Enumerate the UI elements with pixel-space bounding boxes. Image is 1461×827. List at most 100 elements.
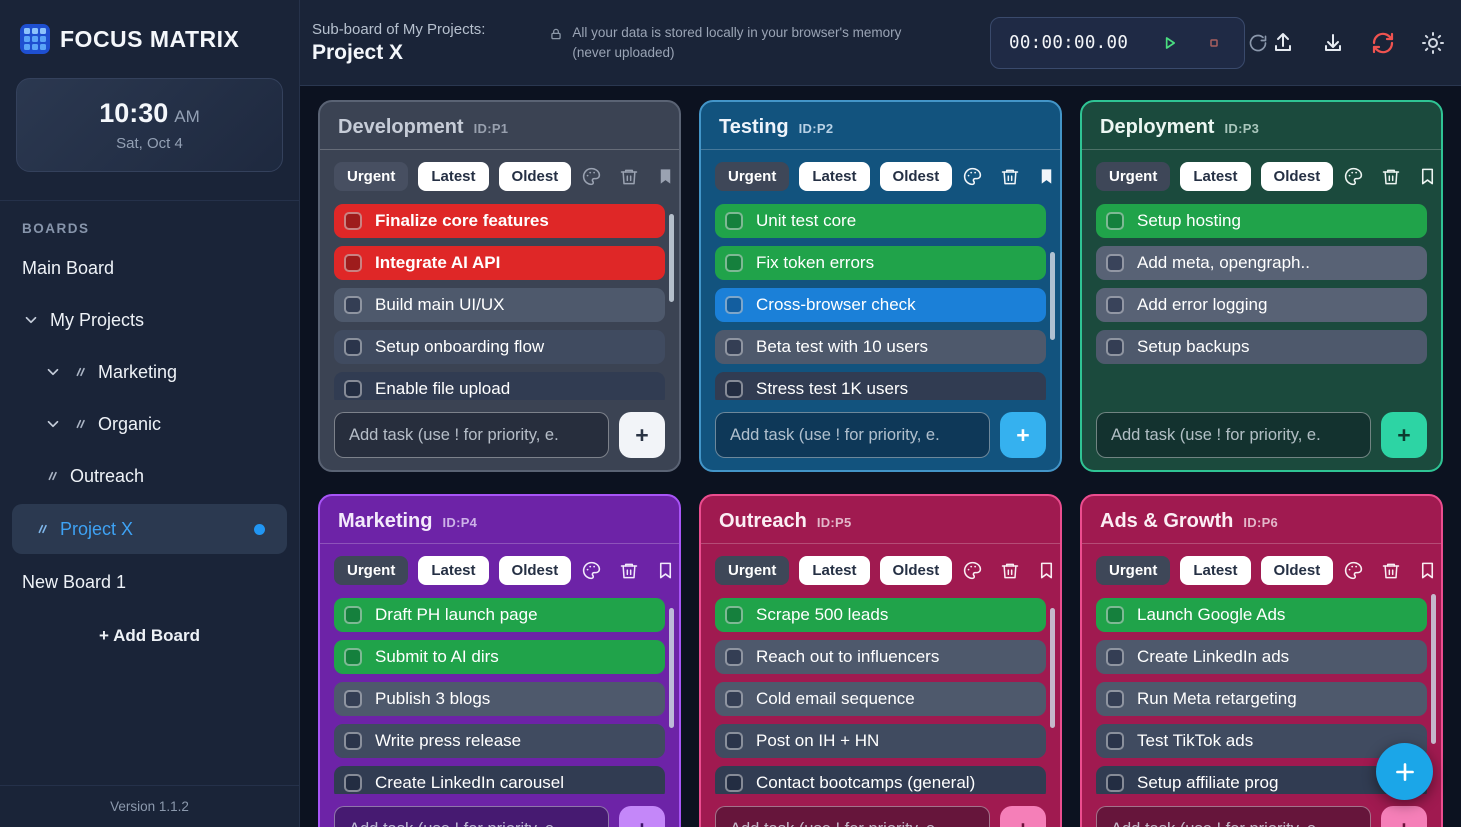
filter-oldest-button[interactable]: Oldest: [880, 162, 953, 191]
task-row[interactable]: Post on IH + HN: [715, 724, 1046, 758]
add-task-button[interactable]: +: [1381, 412, 1427, 458]
task-checkbox[interactable]: [1106, 732, 1124, 750]
task-row[interactable]: Write press release: [334, 724, 665, 758]
timer-stop-button[interactable]: [1205, 34, 1223, 52]
sidebar-item-my-projects[interactable]: My Projects: [0, 294, 299, 346]
task-checkbox[interactable]: [344, 296, 362, 314]
palette-button[interactable]: [1343, 166, 1364, 187]
task-list-scrollbar[interactable]: [669, 214, 674, 302]
task-checkbox[interactable]: [1106, 212, 1124, 230]
task-checkbox[interactable]: [1106, 774, 1124, 792]
add-task-input[interactable]: [334, 806, 609, 827]
task-checkbox[interactable]: [1106, 254, 1124, 272]
chevron-down-icon[interactable]: [22, 311, 40, 329]
task-list-scrollbar[interactable]: [669, 608, 674, 728]
task-row[interactable]: Add meta, opengraph..: [1096, 246, 1427, 280]
filter-urgent-button[interactable]: Urgent: [715, 162, 789, 191]
task-checkbox[interactable]: [725, 774, 743, 792]
task-checkbox[interactable]: [344, 212, 362, 230]
add-task-button[interactable]: +: [619, 806, 665, 827]
theme-toggle-button[interactable]: [1421, 31, 1445, 55]
task-checkbox[interactable]: [1106, 648, 1124, 666]
task-row[interactable]: Fix token errors: [715, 246, 1046, 280]
add-task-button[interactable]: +: [619, 412, 665, 458]
filter-latest-button[interactable]: Latest: [418, 162, 488, 191]
bookmark-button[interactable]: [1037, 561, 1056, 580]
timer-reset-button[interactable]: [1248, 33, 1268, 53]
filter-latest-button[interactable]: Latest: [799, 556, 869, 585]
bookmark-button[interactable]: [1418, 561, 1437, 580]
task-row[interactable]: Add error logging: [1096, 288, 1427, 322]
filter-latest-button[interactable]: Latest: [1180, 556, 1250, 585]
sidebar-item-marketing[interactable]: Marketing: [0, 346, 299, 398]
task-row[interactable]: Test TikTok ads: [1096, 724, 1427, 758]
task-row[interactable]: Stress test 1K users: [715, 372, 1046, 400]
task-row[interactable]: Integrate AI API: [334, 246, 665, 280]
chevron-down-icon[interactable]: [44, 363, 62, 381]
delete-board-button[interactable]: [619, 167, 639, 187]
task-row[interactable]: Run Meta retargeting: [1096, 682, 1427, 716]
import-button[interactable]: [1321, 31, 1345, 55]
task-checkbox[interactable]: [344, 380, 362, 398]
delete-board-button[interactable]: [1000, 561, 1020, 581]
add-task-input[interactable]: [1096, 806, 1371, 827]
task-checkbox[interactable]: [344, 648, 362, 666]
task-row[interactable]: Create LinkedIn ads: [1096, 640, 1427, 674]
add-task-input[interactable]: [715, 412, 990, 458]
task-row[interactable]: Finalize core features: [334, 204, 665, 238]
add-task-input[interactable]: [334, 412, 609, 458]
task-row[interactable]: Create LinkedIn carousel: [334, 766, 665, 794]
task-checkbox[interactable]: [344, 338, 362, 356]
add-task-button[interactable]: +: [1000, 806, 1046, 827]
filter-urgent-button[interactable]: Urgent: [1096, 162, 1170, 191]
task-checkbox[interactable]: [1106, 606, 1124, 624]
task-row[interactable]: Scrape 500 leads: [715, 598, 1046, 632]
bookmark-button[interactable]: [1418, 167, 1437, 186]
palette-button[interactable]: [581, 166, 602, 187]
filter-oldest-button[interactable]: Oldest: [880, 556, 953, 585]
task-row[interactable]: Beta test with 10 users: [715, 330, 1046, 364]
filter-oldest-button[interactable]: Oldest: [499, 556, 572, 585]
filter-oldest-button[interactable]: Oldest: [1261, 556, 1334, 585]
palette-button[interactable]: [581, 560, 602, 581]
task-row[interactable]: Launch Google Ads: [1096, 598, 1427, 632]
filter-urgent-button[interactable]: Urgent: [1096, 556, 1170, 585]
filter-latest-button[interactable]: Latest: [799, 162, 869, 191]
filter-urgent-button[interactable]: Urgent: [334, 556, 408, 585]
sidebar-item-outreach[interactable]: Outreach: [0, 450, 299, 502]
filter-urgent-button[interactable]: Urgent: [715, 556, 789, 585]
task-row[interactable]: Setup hosting: [1096, 204, 1427, 238]
task-row[interactable]: Reach out to influencers: [715, 640, 1046, 674]
task-row[interactable]: Submit to AI dirs: [334, 640, 665, 674]
palette-button[interactable]: [962, 166, 983, 187]
add-board-button[interactable]: + Add Board: [0, 608, 299, 664]
task-row[interactable]: Contact bootcamps (general): [715, 766, 1046, 794]
timer-play-button[interactable]: [1160, 33, 1180, 53]
sidebar-item-project-x[interactable]: Project X: [12, 504, 287, 554]
task-row[interactable]: Enable file upload: [334, 372, 665, 400]
task-checkbox[interactable]: [1106, 296, 1124, 314]
sidebar-item-new-board-1[interactable]: New Board 1: [0, 556, 299, 608]
task-row[interactable]: Build main UI/UX: [334, 288, 665, 322]
delete-board-button[interactable]: [619, 561, 639, 581]
filter-oldest-button[interactable]: Oldest: [1261, 162, 1334, 191]
task-checkbox[interactable]: [725, 296, 743, 314]
add-task-button[interactable]: +: [1000, 412, 1046, 458]
task-checkbox[interactable]: [725, 254, 743, 272]
task-checkbox[interactable]: [344, 690, 362, 708]
chevron-down-icon[interactable]: [44, 415, 62, 433]
task-checkbox[interactable]: [725, 212, 743, 230]
bookmark-button[interactable]: [656, 167, 675, 186]
filter-urgent-button[interactable]: Urgent: [334, 162, 408, 191]
delete-board-button[interactable]: [1381, 561, 1401, 581]
task-list-scrollbar[interactable]: [1431, 594, 1436, 744]
task-checkbox[interactable]: [344, 254, 362, 272]
task-list-scrollbar[interactable]: [1050, 608, 1055, 728]
task-checkbox[interactable]: [344, 606, 362, 624]
reset-data-button[interactable]: [1371, 31, 1395, 55]
task-checkbox[interactable]: [725, 690, 743, 708]
task-checkbox[interactable]: [725, 380, 743, 398]
sidebar-item-main-board[interactable]: Main Board: [0, 242, 299, 294]
delete-board-button[interactable]: [1381, 167, 1401, 187]
task-row[interactable]: Setup onboarding flow: [334, 330, 665, 364]
